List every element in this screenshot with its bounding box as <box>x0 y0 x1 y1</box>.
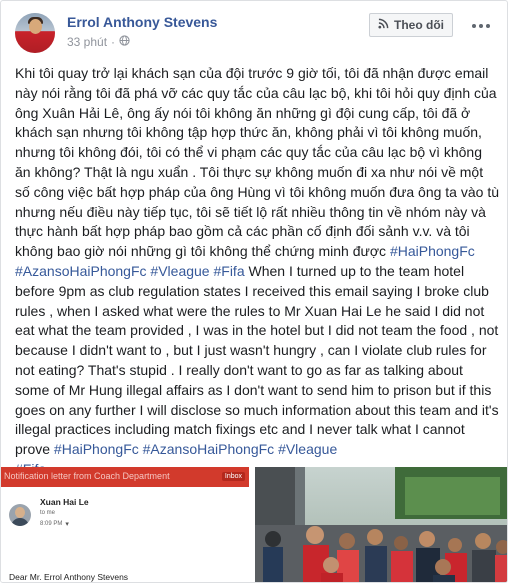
meta-separator: · <box>111 35 116 49</box>
rss-icon <box>378 18 389 32</box>
email-sender: Xuan Hai Le <box>40 497 89 507</box>
email-screenshot-photo[interactable]: Notification letter from Coach Departmen… <box>1 467 252 582</box>
hashtag-link[interactable]: #AzansoHaiPhongFc <box>143 441 275 457</box>
post-body-vi: Khi tôi quay trở lại khách sạn của đội t… <box>15 65 503 260</box>
email-greeting: Dear Mr. Errol Anthony Stevens <box>9 572 129 582</box>
hashtag-link[interactable]: #Vleague <box>278 441 337 457</box>
hashtag-link[interactable]: #HaiPhongFc <box>54 441 139 457</box>
post-text: Khi tôi quay trở lại khách sạn của đội t… <box>15 64 499 480</box>
author-name[interactable]: Errol Anthony Stevens <box>67 14 217 30</box>
email-subject: Notification letter from Coach Departmen… <box>4 471 170 481</box>
post-timestamp[interactable]: 33 phút <box>67 35 107 49</box>
chevron-down-icon: ▾ <box>65 521 69 528</box>
hashtag-link[interactable]: #AzansoHaiPhongFc <box>15 263 147 279</box>
facebook-post: Errol Anthony Stevens 33 phút · Theo dõi… <box>0 0 508 583</box>
crowd-image <box>255 467 507 582</box>
post-header: Errol Anthony Stevens 33 phút · Theo dõi <box>13 11 495 55</box>
follow-label: Theo dõi <box>394 18 444 32</box>
globe-icon <box>119 35 130 49</box>
hashtag-link[interactable]: #Fifa <box>213 263 244 279</box>
sender-avatar <box>9 504 31 526</box>
email-time-value: 8:09 PM <box>40 521 63 527</box>
hashtag-link[interactable]: #HaiPhongFc <box>390 243 475 259</box>
email-topbar: Notification letter from Coach Departmen… <box>1 467 249 487</box>
post-meta: 33 phút · <box>67 35 130 49</box>
follow-button[interactable]: Theo dõi <box>369 13 453 37</box>
more-icon[interactable] <box>469 17 493 35</box>
hashtag-link[interactable]: #Vleague <box>150 263 209 279</box>
email-recipient: to me <box>40 510 56 516</box>
email-time: 8:09 PM ▾ <box>40 520 69 528</box>
stadium-crowd-photo[interactable] <box>255 467 507 582</box>
author-avatar[interactable] <box>15 13 55 53</box>
post-body-en: When I turned up to the team hotel befor… <box>15 262 503 458</box>
photo-grid: Notification letter from Coach Departmen… <box>1 467 507 582</box>
inbox-badge: Inbox <box>221 472 245 481</box>
